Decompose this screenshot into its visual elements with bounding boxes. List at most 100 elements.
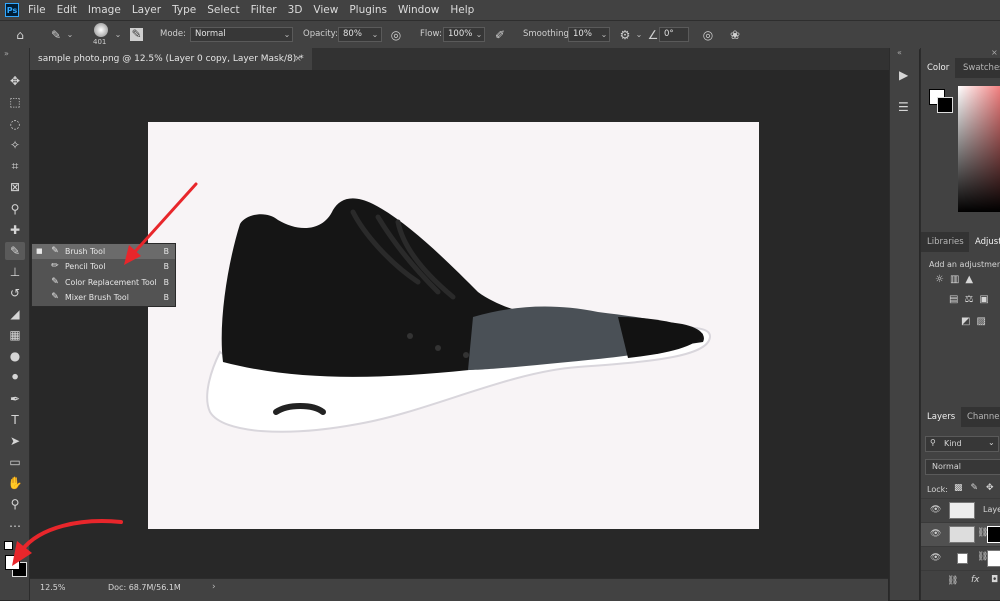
menu-plugins[interactable]: Plugins (349, 4, 387, 16)
symmetry-icon[interactable]: ❀ (727, 27, 743, 43)
add-mask-icon[interactable]: ◘ (991, 575, 998, 585)
search-icon: ⚲ (930, 438, 936, 447)
healing-brush-tool-icon[interactable]: ✚ (5, 221, 25, 239)
eyedropper-tool-icon[interactable]: ⚲ (5, 200, 25, 218)
layer-filter-select[interactable]: ⚲ Kind ⌄ (925, 436, 999, 452)
shape-tool-icon[interactable]: ▭ (5, 453, 25, 471)
pen-tool-icon[interactable]: ✒ (5, 390, 25, 408)
adjustment-icons-row-2[interactable]: ▤⚖▣ (949, 294, 995, 305)
airbrush-icon[interactable]: ✐ (492, 27, 508, 43)
document-canvas[interactable] (148, 122, 759, 529)
brush-tool-icon[interactable]: ✎ (5, 242, 25, 260)
eye-icon[interactable]: 👁 (930, 553, 941, 563)
document-tab[interactable]: sample photo.png @ 12.5% (Layer 0 copy, … (30, 48, 312, 70)
pressure-opacity-icon[interactable]: ◎ (388, 27, 404, 43)
chevron-down-icon[interactable]: ⌄ (281, 27, 293, 42)
move-tool-icon[interactable]: ✥ (5, 72, 25, 90)
home-icon[interactable]: ⌂ (12, 27, 28, 43)
crop-tool-icon[interactable]: ⌗ (5, 157, 25, 175)
tab-libraries[interactable]: Libraries (921, 232, 970, 252)
panel-close-icon[interactable]: × (991, 48, 998, 57)
history-brush-tool-icon[interactable]: ↺ (5, 284, 25, 302)
chevron-down-icon[interactable]: ⌄ (473, 27, 485, 42)
gradient-tool-icon[interactable]: ▦ (5, 326, 25, 344)
tab-color[interactable]: Color (921, 58, 956, 78)
adjustments-panel-tabs: Libraries Adjust (921, 232, 1000, 252)
mixer-brush-icon: ✎ (51, 292, 59, 302)
pressure-size-icon[interactable]: ◎ (700, 27, 716, 43)
properties-icon[interactable]: ☰ (898, 100, 909, 114)
tab-swatches[interactable]: Swatches (957, 58, 1000, 78)
layer-row[interactable]: 👁 ⛓ (921, 546, 1000, 571)
color-picker-field[interactable] (958, 86, 1000, 212)
dodge-tool-icon[interactable]: ⚫ (5, 368, 25, 386)
link-layers-icon[interactable]: ⛓ (947, 576, 958, 586)
brush-settings-icon[interactable]: ✎ (130, 28, 143, 41)
flyout-color-replacement-tool[interactable]: ✎ Color Replacement Tool B (32, 275, 175, 290)
tab-channels[interactable]: Channels (961, 407, 1000, 427)
path-select-tool-icon[interactable]: ➤ (5, 432, 25, 450)
menu-type[interactable]: Type (172, 4, 196, 16)
layer-name[interactable]: Layer (983, 505, 1000, 514)
blend-mode-select[interactable]: Normal (925, 459, 1000, 475)
eraser-tool-icon[interactable]: ◢ (5, 305, 25, 323)
chevron-down-icon[interactable]: ⌄ (112, 27, 124, 42)
adjustment-icons-row-1[interactable]: ☼▥▲ (935, 274, 979, 285)
marquee-tool-icon[interactable]: ⬚ (5, 93, 25, 111)
close-icon[interactable]: × (292, 48, 304, 70)
lasso-tool-icon[interactable]: ◌ (5, 115, 25, 133)
options-bar: ⌂ ✎ ⌄ 401 ⌄ ✎ Mode: Normal ⌄ Opacity: 80… (0, 20, 1000, 50)
menu-image[interactable]: Image (88, 4, 121, 16)
brush-size-preview[interactable] (94, 23, 108, 37)
menu-help[interactable]: Help (450, 4, 474, 16)
stamp-tool-icon[interactable]: ⊥ (5, 263, 25, 281)
layer-row[interactable]: 👁 Layer (921, 498, 1000, 523)
hand-tool-icon[interactable]: ✋ (5, 474, 25, 492)
menu-layer[interactable]: Layer (132, 4, 161, 16)
chevron-down-icon[interactable]: ⌄ (369, 27, 381, 42)
blur-tool-icon[interactable]: ● (5, 347, 25, 365)
flow-label: Flow: (420, 29, 442, 39)
brush-tool-preset-icon[interactable]: ✎ (48, 27, 64, 43)
chevron-down-icon[interactable]: ⌄ (64, 27, 76, 42)
default-colors-icon[interactable] (4, 541, 13, 550)
menu-3d[interactable]: 3D (288, 4, 303, 16)
selected-indicator-icon: ■ (36, 247, 43, 255)
chevron-down-icon[interactable]: ⌄ (598, 27, 610, 42)
tab-layers[interactable]: Layers (921, 407, 962, 427)
zoom-level[interactable]: 12.5% (40, 583, 65, 592)
gear-icon[interactable]: ⚙ (617, 27, 633, 43)
layer-mask-thumbnail[interactable] (987, 550, 1000, 567)
menu-file[interactable]: File (28, 4, 46, 16)
quick-select-tool-icon[interactable]: ✧ (5, 136, 25, 154)
flyout-mixer-brush-tool[interactable]: ✎ Mixer Brush Tool B (32, 290, 175, 305)
menu-filter[interactable]: Filter (251, 4, 277, 16)
menu-select[interactable]: Select (207, 4, 239, 16)
more-tools-icon[interactable]: ⋯ (5, 517, 25, 535)
mode-select[interactable]: Normal (190, 27, 293, 42)
lock-icons[interactable]: ▩✎✥ (954, 483, 1000, 493)
fx-icon[interactable]: fx (971, 575, 980, 585)
angle-field[interactable]: 0° (659, 27, 689, 42)
eye-icon[interactable]: 👁 (930, 529, 941, 539)
menu-window[interactable]: Window (398, 4, 439, 16)
chevron-right-icon[interactable]: › (212, 582, 216, 592)
menu-view[interactable]: View (313, 4, 338, 16)
foreground-color-swatch[interactable] (5, 555, 20, 570)
layer-mask-thumbnail[interactable] (987, 526, 1000, 543)
flyout-brush-tool[interactable]: ■ ✎ Brush Tool B (32, 244, 175, 259)
tab-adjustments[interactable]: Adjust (969, 232, 1000, 252)
flyout-pencil-tool[interactable]: ✏ Pencil Tool B (32, 259, 175, 274)
type-tool-icon[interactable]: T (5, 411, 25, 429)
layer-row[interactable]: 👁 ⛓ (921, 522, 1000, 547)
chevron-down-icon[interactable]: ⌄ (633, 27, 645, 42)
menu-edit[interactable]: Edit (57, 4, 77, 16)
play-icon[interactable]: ▶ (899, 68, 908, 82)
eye-icon[interactable]: 👁 (930, 505, 941, 515)
adjustment-icons-row-3[interactable]: ◩▨ (961, 316, 992, 327)
panel-collapse-icon[interactable]: « (897, 48, 902, 57)
panel-collapse-icon[interactable]: » (4, 49, 9, 58)
frame-tool-icon[interactable]: ⊠ (5, 178, 25, 196)
background-color-swatch[interactable] (937, 97, 953, 113)
zoom-tool-icon[interactable]: ⚲ (5, 495, 25, 513)
